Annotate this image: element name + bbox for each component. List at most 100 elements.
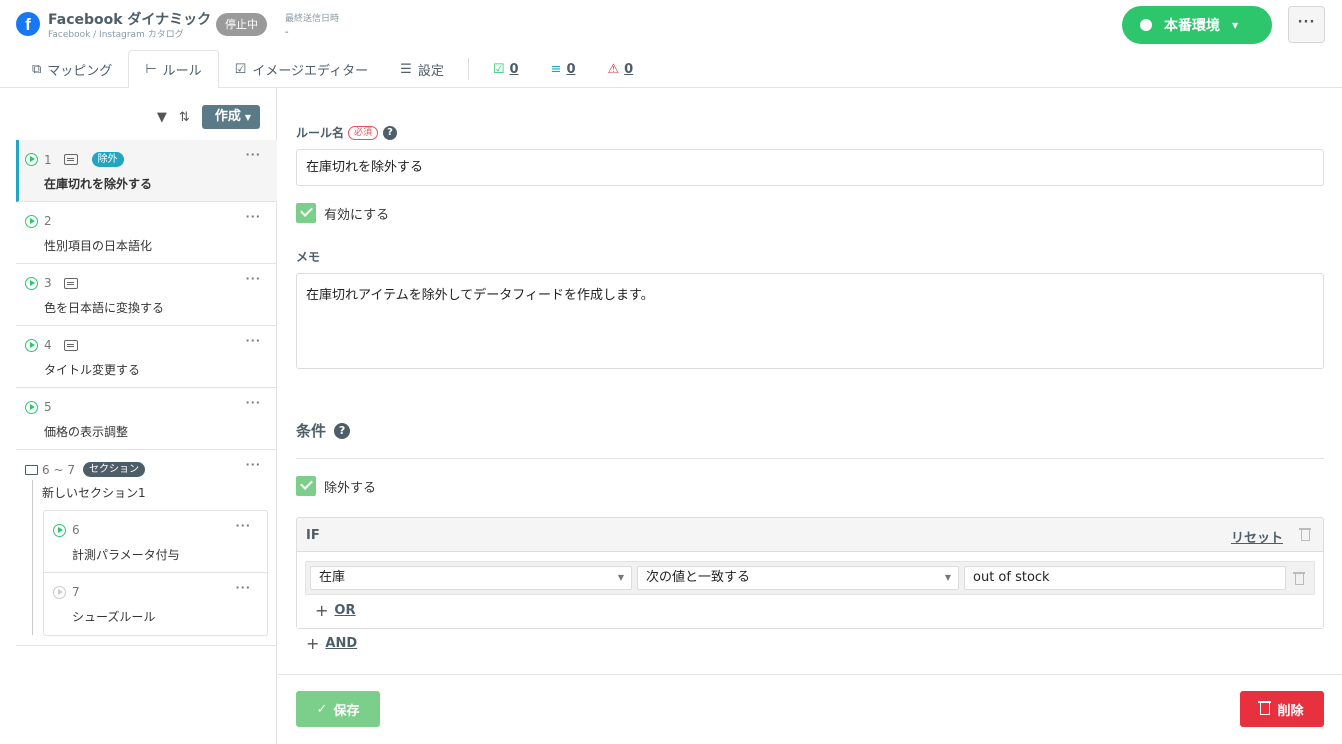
plus-icon: + [315,601,329,620]
exclude-checkbox-row[interactable]: 除外する [296,476,376,496]
play-icon [25,400,38,414]
value-input[interactable]: out of stock [964,566,1286,590]
excluded-count-tab[interactable]: ≡ 0 [535,50,592,88]
help-icon[interactable]: ? [334,422,351,439]
create-button[interactable]: 作成 ▼ [201,105,260,129]
excluded-list-icon: ≡ [550,61,562,77]
play-icon [25,214,38,228]
rule-sidebar: ▼ ⇅ 作成 ▼ 1 除外 在庫切れを除外する ··· 2 性別項目の日本語化 ·… [0,88,277,744]
trash-icon[interactable] [1299,528,1311,541]
conditions-label: 条件 [296,422,327,440]
rule-number: 6 [72,523,80,537]
tab-image-editor[interactable]: ☑ イメージエディター [219,50,385,88]
caret-down-icon: ▼ [1232,20,1239,30]
memo-icon [63,154,78,165]
rule-number: 7 [72,585,80,599]
rule-item[interactable]: 4 タイトル変更する ··· [16,326,277,388]
excluded-count: 0 [566,61,576,77]
rule-item[interactable]: 3 色を日本語に変換する ··· [16,264,277,326]
rule-menu-button[interactable]: ··· [235,519,251,532]
rule-item[interactable]: 2 性別項目の日本語化 ··· [16,202,277,264]
create-label: 作成 [214,109,241,124]
condition-row: 在庫 ▼ 次の値と一致する ▼ out of stock [305,561,1315,595]
rule-item[interactable]: 6 計測パラメータ付与 ··· [44,511,267,573]
add-or-button[interactable]: + OR [315,601,355,620]
rule-title: 在庫切れを除外する [44,177,153,191]
rule-number: 1 [44,152,52,167]
sort-icon[interactable]: ⇅ [179,110,190,125]
tab-label: 設定 [417,63,444,79]
rule-section[interactable]: 6 ~ 7 セクション 新しいセクション1 ··· 6 計測パラメータ付与 ··… [16,450,277,646]
reset-link[interactable]: リセット [1231,527,1283,546]
rule-number: 5 [44,400,52,414]
memo-textarea[interactable]: 在庫切れアイテムを除外してデータフィードを作成します。 [296,273,1324,369]
tab-rules[interactable]: ⊢ ルール [128,50,219,89]
operator-select[interactable]: 次の値と一致する ▼ [637,566,959,590]
rule-menu-button[interactable]: ··· [245,148,261,161]
exclude-checkbox[interactable] [296,476,316,496]
environment-button[interactable]: 本番環境 ▼ [1122,6,1272,44]
rule-menu-button[interactable]: ··· [245,396,261,409]
add-and-button[interactable]: + AND [306,634,357,653]
save-button[interactable]: ✓ 保存 [296,691,380,727]
rule-menu-button[interactable]: ··· [235,581,251,594]
help-icon[interactable]: ? [383,125,398,140]
rule-name-input[interactable]: 在庫切れを除外する [296,149,1324,186]
rule-list: 1 除外 在庫切れを除外する ··· 2 性別項目の日本語化 ··· 3 色を日… [16,140,277,646]
memo-icon [63,339,78,351]
condition-group: 在庫 ▼ 次の値と一致する ▼ out of stock + OR [297,551,1323,628]
rule-title: 価格の表示調整 [44,425,129,439]
toggle-dot-icon [1140,19,1152,31]
rule-title: 性別項目の日本語化 [44,239,153,253]
select-arrow-icon: ▼ [617,573,624,582]
sidebar-toolbar: ▼ ⇅ 作成 ▼ [157,105,260,129]
filter-icon[interactable]: ▼ [157,110,167,125]
app-title: Facebook ダイナミック [48,12,212,28]
check-list-icon: ☑ [492,61,505,77]
rule-menu-button[interactable]: ··· [245,210,261,223]
folder-icon [25,464,38,475]
section-menu-button[interactable]: ··· [245,458,261,471]
warning-count: 0 [624,61,634,77]
rules-icon: ⊢ [145,62,157,77]
app-subtitle: Facebook / Instagram カタログ [48,30,184,40]
last-sent-value: - [285,27,289,38]
more-options-button[interactable]: ··· [1288,6,1325,43]
trash-icon[interactable] [1293,572,1305,585]
delete-button[interactable]: 削除 [1240,691,1324,727]
save-label: 保存 [333,703,360,719]
rule-item[interactable]: 7 シューズルール ··· [44,573,267,635]
check-icon: ✓ [316,701,328,717]
memo-label: メモ [296,250,321,264]
success-count-tab[interactable]: ☑ 0 [477,50,535,88]
tab-label: イメージエディター [252,63,369,79]
trash-icon [1258,701,1272,715]
rule-number: 4 [44,338,52,352]
field-select-value: 在庫 [319,570,346,585]
image-editor-icon: ☑ [234,61,247,77]
section-range: 6 ~ 7 [42,462,75,477]
rule-menu-button[interactable]: ··· [245,272,261,285]
conditions-heading: 条件 ? [296,420,351,441]
play-icon [53,523,66,537]
settings-icon: ☰ [400,61,412,77]
rule-editor: ルール名 必須 ? 在庫切れを除外する 有効にする メモ 在庫切れアイテムを除外… [278,88,1342,744]
field-select[interactable]: 在庫 ▼ [310,566,632,590]
warning-count-tab[interactable]: ⚠ 0 [591,50,649,88]
rule-name-label: ルール名 必須 ? [296,124,398,141]
rule-menu-button[interactable]: ··· [245,334,261,347]
rule-title: シューズルール [72,610,156,624]
plus-icon: + [306,634,320,653]
enable-checkbox-row[interactable]: 有効にする [296,203,389,223]
tab-divider [467,58,469,80]
section-tree-line [32,480,33,635]
enable-checkbox[interactable] [296,203,316,223]
app-header: f Facebook ダイナミック Facebook / Instagram カ… [0,0,1342,89]
play-icon [25,338,38,352]
tab-settings[interactable]: ☰ 設定 [384,50,460,88]
rule-title: タイトル変更する [44,363,141,377]
rule-item[interactable]: 1 除外 在庫切れを除外する ··· [16,140,277,202]
rule-item[interactable]: 5 価格の表示調整 ··· [16,388,277,450]
operator-select-value: 次の値と一致する [646,570,751,585]
tab-mapping[interactable]: ⧉ マッピング [16,50,128,88]
